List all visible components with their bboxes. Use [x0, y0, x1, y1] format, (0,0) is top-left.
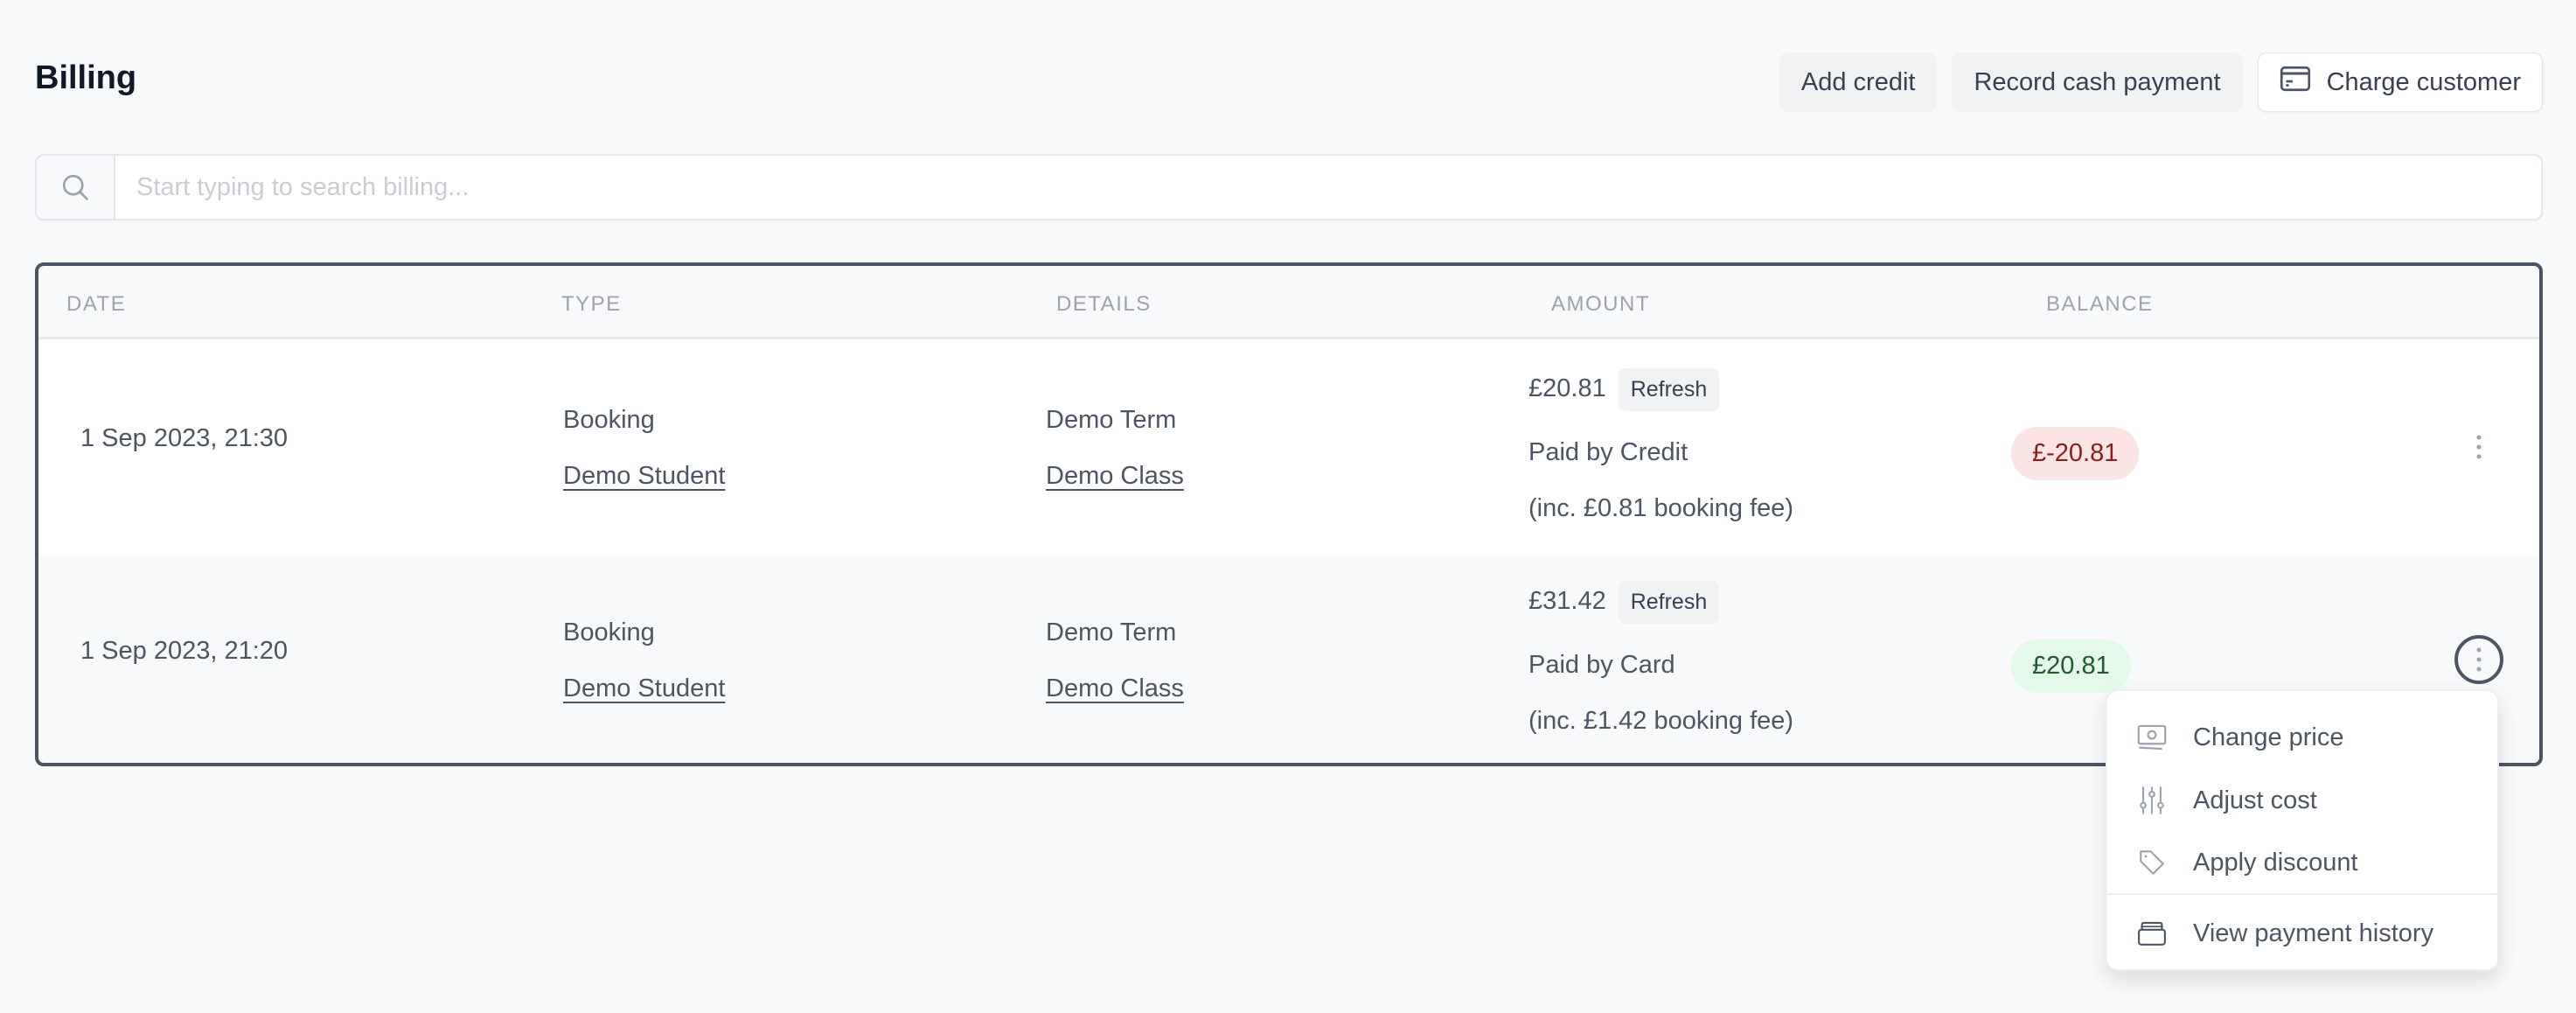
- sliders-icon: [2135, 786, 2169, 815]
- row-actions-button[interactable]: [2454, 423, 2503, 472]
- menu-item-adjust-cost[interactable]: Adjust cost: [2107, 770, 2497, 831]
- menu-item-apply-discount[interactable]: Apply discount: [2107, 832, 2497, 893]
- search-input[interactable]: [115, 156, 2541, 219]
- record-cash-payment-button[interactable]: Record cash payment: [1952, 52, 2243, 112]
- header-type: TYPE: [561, 292, 622, 316]
- menu-item-change-price[interactable]: Change price: [2107, 707, 2497, 768]
- row-term: Demo Term: [1046, 618, 1177, 646]
- menu-item-label: Adjust cost: [2193, 786, 2317, 814]
- table-header: DATE TYPE DETAILS AMOUNT BALANCE: [38, 266, 2539, 339]
- kebab-icon: [2476, 647, 2482, 672]
- amount-cell: £20.81 Refresh: [1528, 368, 1720, 411]
- archive-box-icon: [2135, 920, 2169, 947]
- payment-method: Paid by Card: [1528, 651, 1675, 679]
- header-balance: BALANCE: [2046, 292, 2154, 316]
- student-link[interactable]: Demo Student: [563, 462, 725, 491]
- class-link[interactable]: Demo Class: [1046, 674, 1184, 703]
- add-credit-button[interactable]: Add credit: [1779, 52, 1938, 112]
- balance-badge: £-20.81: [2011, 427, 2140, 480]
- amount-cell: £31.42 Refresh: [1528, 581, 1720, 624]
- balance-badge: £20.81: [2011, 639, 2131, 693]
- menu-item-label: View payment history: [2193, 919, 2434, 947]
- amount-value: £20.81: [1528, 374, 1606, 403]
- row-type: Booking: [563, 618, 655, 646]
- charge-customer-label: Charge customer: [2326, 67, 2521, 96]
- menu-item-label: Change price: [2193, 723, 2344, 751]
- row-date: 1 Sep 2023, 21:20: [80, 637, 289, 665]
- credit-card-icon: [2280, 66, 2311, 99]
- header-amount: AMOUNT: [1551, 292, 1650, 316]
- table-row: 1 Sep 2023, 21:30 Booking Demo Student D…: [38, 342, 2539, 555]
- row-type: Booking: [563, 406, 655, 434]
- payment-method: Paid by Credit: [1528, 438, 1688, 466]
- search-bar: [35, 154, 2543, 220]
- class-link[interactable]: Demo Class: [1046, 462, 1184, 491]
- row-actions-menu: Change price Adjust cost Apply discount …: [2106, 689, 2499, 971]
- row-term: Demo Term: [1046, 406, 1177, 434]
- banknote-icon: [2135, 723, 2169, 751]
- refresh-button[interactable]: Refresh: [1618, 581, 1720, 624]
- row-date: 1 Sep 2023, 21:30: [80, 424, 289, 452]
- row-actions-button[interactable]: [2454, 635, 2503, 684]
- menu-item-label: Apply discount: [2193, 848, 2358, 877]
- page-title: Billing: [35, 59, 137, 96]
- student-link[interactable]: Demo Student: [563, 674, 725, 703]
- toolbar: Add credit Record cash payment Charge cu…: [1779, 52, 2543, 112]
- menu-divider: [2107, 893, 2497, 895]
- menu-item-view-payment-history[interactable]: View payment history: [2107, 903, 2497, 964]
- header-details: DETAILS: [1056, 292, 1152, 316]
- kebab-icon: [2476, 435, 2482, 459]
- booking-fee: (inc. £0.81 booking fee): [1528, 494, 1794, 522]
- charge-customer-button[interactable]: Charge customer: [2257, 52, 2543, 112]
- search-icon: [37, 156, 115, 219]
- tag-icon: [2135, 848, 2169, 877]
- header-date: DATE: [66, 292, 127, 316]
- refresh-button[interactable]: Refresh: [1618, 368, 1720, 411]
- booking-fee: (inc. £1.42 booking fee): [1528, 707, 1794, 735]
- amount-value: £31.42: [1528, 587, 1606, 616]
